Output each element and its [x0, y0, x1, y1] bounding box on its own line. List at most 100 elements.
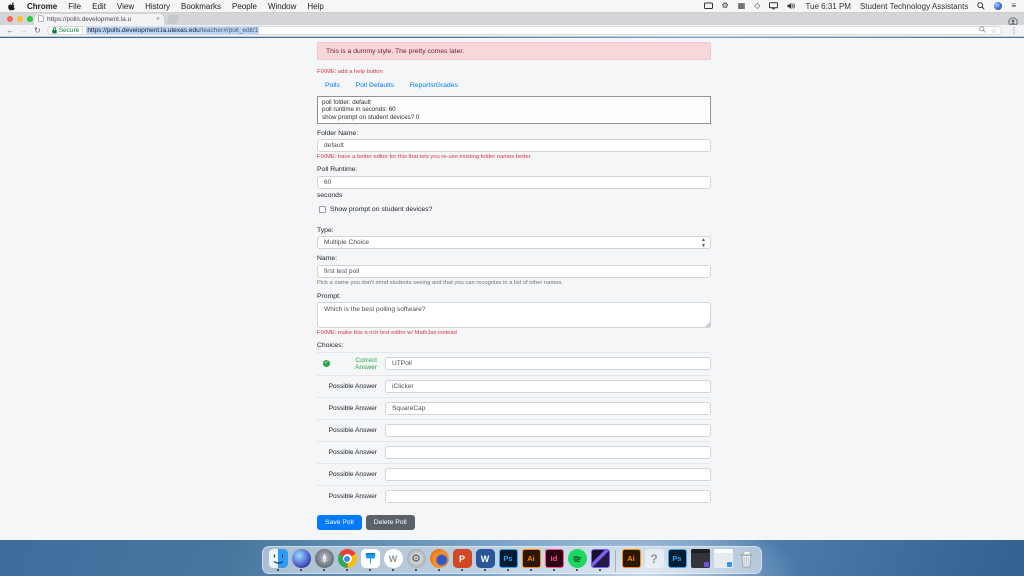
choice-input-3[interactable] [385, 401, 711, 415]
close-window-button[interactable] [7, 16, 13, 22]
poll-runtime-input[interactable] [317, 175, 711, 189]
new-tab-button[interactable] [166, 15, 180, 24]
choice-row: Possible Answer [317, 396, 711, 419]
dock-powerpoint[interactable]: P [452, 549, 472, 571]
url-text[interactable]: https://polls.development.la.utexas.edu/… [86, 27, 260, 34]
dock-minimized-window-dark[interactable] [690, 549, 710, 571]
dock-indesign[interactable]: Id [544, 549, 564, 571]
dock-illustrator-file[interactable]: Ai [621, 549, 641, 571]
type-select-value: Multiple Choice [324, 239, 370, 247]
gear-icon[interactable]: ⚙ [722, 2, 729, 10]
folder-name-label: Folder Name: [317, 129, 359, 137]
dock-missing-item[interactable]: ? [644, 549, 664, 571]
type-select[interactable]: Multiple Choice ▲ ▼ [317, 236, 711, 250]
menu-people[interactable]: People [232, 2, 257, 11]
choices-list: ✓ Correct Answer Possible Answer Possibl… [317, 351, 711, 507]
launchpad-icon [314, 549, 334, 568]
tab-close-icon[interactable]: × [156, 16, 160, 23]
tab-favicon-icon [38, 15, 44, 24]
choice-input-6[interactable] [385, 467, 711, 481]
monitor-icon[interactable] [769, 2, 779, 10]
resize-grip-icon[interactable] [705, 322, 710, 328]
seconds-label: seconds [317, 191, 343, 199]
choice-input-4[interactable] [385, 423, 711, 437]
zoom-icon[interactable] [978, 26, 986, 35]
indesign-icon: Id [544, 549, 564, 568]
dock-w-app[interactable]: W [383, 549, 403, 571]
dock-keynote[interactable] [360, 549, 380, 571]
dock-word[interactable]: W [475, 549, 495, 571]
grid-icon[interactable]: ▦ [738, 2, 746, 10]
delete-poll-button[interactable]: Delete Poll [365, 514, 415, 530]
dock-launchpad[interactable] [314, 549, 334, 571]
notification-center-icon[interactable]: ≡ [1011, 2, 1016, 10]
dock-chrome[interactable] [337, 549, 357, 571]
menu-help[interactable]: Help [307, 2, 323, 11]
menu-file[interactable]: File [68, 2, 81, 11]
dock-trash[interactable] [736, 549, 756, 571]
prompt-textarea[interactable]: Which is the best polling software? [317, 302, 711, 329]
secure-label: Secure [58, 27, 80, 34]
dock-finder[interactable] [268, 549, 288, 571]
choice-input-2[interactable] [385, 379, 711, 393]
choice-input-1[interactable] [385, 357, 711, 371]
desktop: Chrome File Edit View History Bookmarks … [0, 0, 1024, 576]
bookmark-star-icon[interactable]: ☆ [991, 27, 997, 35]
reload-button[interactable]: ↻ [34, 26, 41, 35]
folder-name-input[interactable] [317, 139, 711, 153]
spotify-icon [567, 549, 587, 568]
dock-minimized-window-light[interactable] [713, 549, 733, 571]
window-controls[interactable] [7, 16, 33, 22]
menu-bookmarks[interactable]: Bookmarks [181, 2, 221, 11]
menu-window[interactable]: Window [268, 2, 296, 11]
dock-photoshop[interactable]: Ps [498, 549, 518, 571]
chrome-icon [337, 549, 357, 568]
show-prompt-checkbox[interactable] [319, 205, 326, 213]
tab-poll-defaults[interactable]: Poll Defaults [348, 80, 402, 92]
menu-history[interactable]: History [145, 2, 170, 11]
possible-answer-label: Possible Answer [328, 470, 377, 478]
diamond-icon[interactable]: ◇ [754, 2, 760, 10]
back-button[interactable]: ← [6, 26, 14, 35]
apple-icon[interactable] [8, 1, 16, 11]
siri-icon[interactable] [994, 2, 1003, 10]
chrome-menu-icon[interactable]: ⋮ [1010, 26, 1018, 35]
possible-answer-label: Possible Answer [328, 404, 377, 412]
siri-app-icon [291, 549, 311, 568]
menu-edit[interactable]: Edit [92, 2, 106, 11]
choice-input-7[interactable] [385, 489, 711, 503]
fullscreen-window-button[interactable] [27, 16, 33, 22]
name-input[interactable] [317, 264, 711, 278]
dock-illustrator[interactable]: Ai [521, 549, 541, 571]
firefox-icon [429, 549, 449, 568]
fixme-help-note: FIXME: add a help button [317, 69, 383, 75]
tab-polls[interactable]: Polls [317, 80, 348, 92]
dock-divider [615, 550, 616, 572]
menu-user[interactable]: Student Technology Assistants [860, 2, 968, 11]
menu-clock[interactable]: Tue 6:31 PM [805, 2, 851, 11]
address-bar[interactable]: Secure https://polls.development.la.utex… [46, 26, 1002, 35]
browser-tab[interactable]: https://polls.development.la.u × [34, 14, 164, 25]
tab-reports-grades[interactable]: Reports/Grades [402, 80, 466, 92]
menu-view[interactable]: View [117, 2, 134, 11]
menu-app-name[interactable]: Chrome [27, 2, 57, 11]
dock-siri[interactable] [291, 549, 311, 571]
minimize-window-button[interactable] [17, 16, 23, 22]
url-host: https://polls.development.la.utexas.edu [87, 27, 200, 34]
volume-icon[interactable] [787, 2, 796, 10]
dock-photoshop-file[interactable]: Ps [667, 549, 687, 571]
save-poll-button[interactable]: Save Poll [317, 514, 362, 530]
dock-system-preferences[interactable]: ⚙ [406, 549, 426, 571]
illustrator-file-icon: Ai [621, 549, 641, 568]
secure-badge[interactable]: Secure [52, 27, 80, 34]
choice-row: Possible Answer [317, 418, 711, 441]
search-icon[interactable] [977, 2, 985, 10]
display-icon[interactable] [703, 2, 713, 10]
dock-firefox[interactable] [429, 549, 449, 571]
dock-design-app[interactable] [590, 549, 610, 571]
fixme-prompt-note: FIXME: make this a rich text editor w/ M… [317, 330, 457, 337]
choice-input-5[interactable] [385, 445, 711, 459]
forward-button[interactable]: → [20, 26, 28, 35]
debug-line: show prompt on student devices? 0 [322, 113, 420, 121]
dock-spotify[interactable] [567, 549, 587, 571]
